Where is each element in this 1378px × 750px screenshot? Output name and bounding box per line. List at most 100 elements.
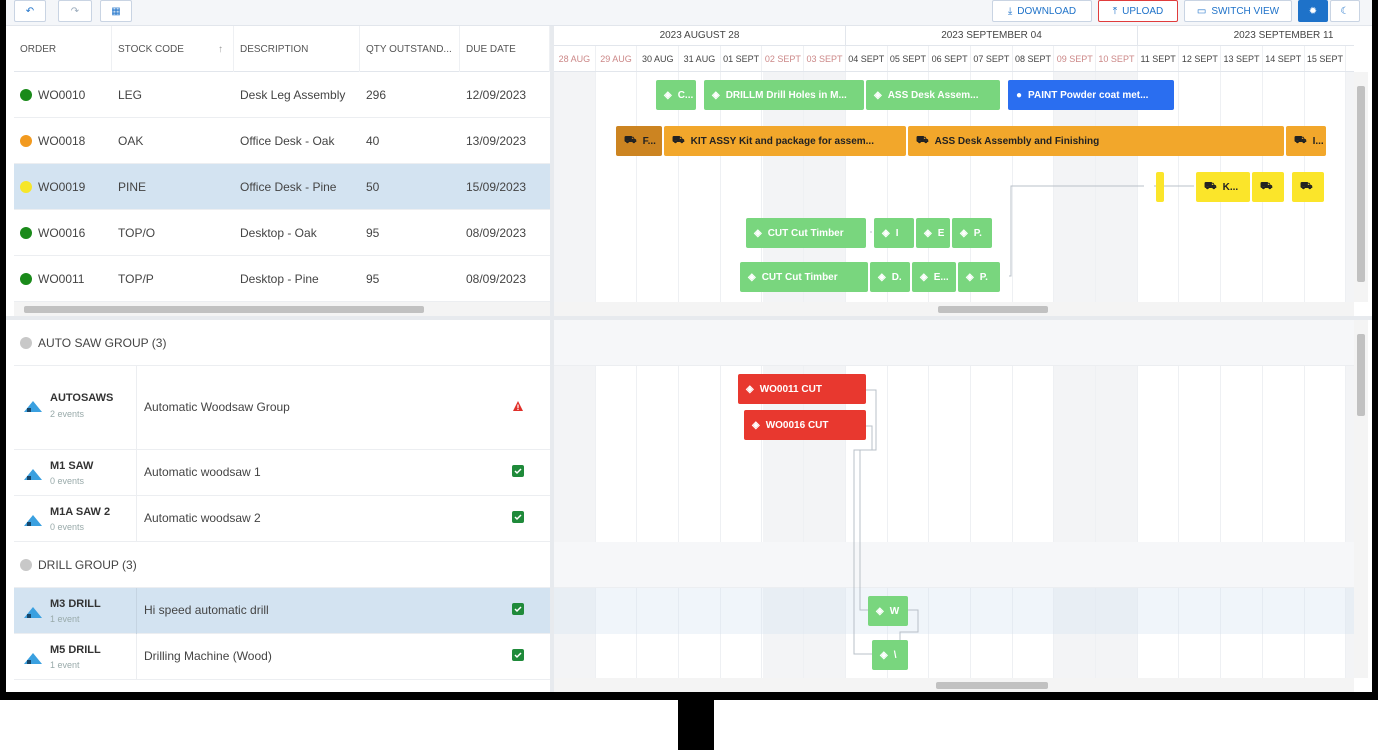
download-button[interactable]: ⤓ DOWNLOAD bbox=[992, 0, 1092, 22]
group-drill[interactable]: DRILL GROUP (3) bbox=[14, 542, 550, 588]
resource-row[interactable]: M5 DRILL 1 event Drilling Machine (Wood) bbox=[14, 634, 550, 680]
resource-description: Hi speed automatic drill bbox=[144, 603, 269, 617]
table-row[interactable]: WO0016 TOP/O Desktop - Oak 95 08/09/2023 bbox=[14, 210, 550, 256]
check-icon bbox=[512, 649, 524, 661]
task-bar[interactable]: ◈ C... bbox=[656, 80, 696, 110]
resource-event-count: 0 events bbox=[50, 522, 85, 532]
undo-button[interactable]: ↶ bbox=[14, 0, 46, 22]
day-header: 31 AUG bbox=[679, 46, 721, 71]
gantt-hscroll-thumb[interactable] bbox=[938, 306, 1048, 313]
col-order[interactable]: ORDER bbox=[14, 26, 112, 72]
upload-button[interactable]: ⤒ UPLOAD bbox=[1098, 0, 1178, 22]
collapse-icon bbox=[20, 336, 32, 349]
gantt-vscroll-thumb[interactable] bbox=[1357, 86, 1365, 282]
resource-name: M3 DRILL bbox=[50, 598, 101, 610]
resource-gantt-hscroll-thumb[interactable] bbox=[936, 682, 1048, 689]
col-qty-outstanding[interactable]: QTY OUTSTAND... bbox=[360, 26, 460, 72]
grid-hscroll-thumb[interactable] bbox=[24, 306, 424, 313]
table-row[interactable]: WO0018 OAK Office Desk - Oak 40 13/09/2023 bbox=[14, 118, 550, 164]
task-label: DRILLM Drill Holes in M... bbox=[725, 89, 847, 101]
task-bar[interactable]: ◈ DRILLM Drill Holes in M... bbox=[704, 80, 864, 110]
task-bar[interactable]: ⛟ KIT ASSY Kit and package for assem... bbox=[664, 126, 906, 156]
divider bbox=[136, 496, 137, 542]
calendar-button[interactable]: ▦ bbox=[100, 0, 132, 22]
cell-text: 95 bbox=[366, 272, 380, 286]
redo-button[interactable]: ↷ bbox=[58, 0, 92, 22]
cell-text: 12/09/2023 bbox=[466, 88, 527, 102]
table-row[interactable]: WO0010 LEG Desk Leg Assembly 296 12/09/2023 bbox=[14, 72, 550, 118]
resource-event[interactable]: ◈ W bbox=[868, 596, 908, 626]
task-bar[interactable]: ◈ ASS Desk Assem... bbox=[866, 80, 1000, 110]
task-bar[interactable]: ⛟ F... bbox=[616, 126, 662, 156]
task-bar[interactable]: ⛟ K... bbox=[1196, 172, 1250, 202]
download-label: DOWNLOAD bbox=[1017, 5, 1077, 17]
resource-event[interactable]: ◈ WO0011 CUT bbox=[738, 374, 866, 404]
table-row[interactable]: WO0011 TOP/P Desktop - Pine 95 08/09/2023 bbox=[14, 256, 550, 302]
resource-gantt-hscroll[interactable] bbox=[554, 678, 1354, 692]
task-bar[interactable]: ◈ P. bbox=[952, 218, 992, 248]
task-label: E bbox=[937, 227, 945, 239]
resource-row[interactable]: AUTOSAWS 2 events Automatic Woodsaw Grou… bbox=[14, 366, 550, 450]
dark-theme-button[interactable]: ☾ bbox=[1330, 0, 1360, 22]
light-theme-button[interactable]: ✹ bbox=[1298, 0, 1328, 22]
cell-order: WO0018 bbox=[14, 118, 112, 164]
task-label: P. bbox=[973, 227, 982, 239]
cell-desc: Desktop - Pine bbox=[234, 256, 360, 302]
forklift-icon: ⛟ bbox=[1260, 180, 1273, 192]
undo-icon: ↶ bbox=[25, 5, 35, 17]
gantt-vscroll[interactable] bbox=[1354, 72, 1368, 302]
col-stock-code[interactable]: STOCK CODE ↑ bbox=[112, 26, 234, 72]
task-bar[interactable]: ◈ P. bbox=[958, 262, 1000, 292]
task-bar[interactable]: ◈ E bbox=[916, 218, 950, 248]
resource-event[interactable]: ◈ WO0016 CUT bbox=[744, 410, 866, 440]
resource-row[interactable]: M3 DRILL 1 event Hi speed automatic dril… bbox=[14, 588, 550, 634]
cell-text: WO0019 bbox=[38, 180, 86, 194]
forklift-icon: ⛟ bbox=[1204, 180, 1217, 192]
task-bar[interactable]: ⛟ bbox=[1292, 172, 1324, 202]
task-label: PAINT Powder coat met... bbox=[1028, 89, 1149, 101]
day-header: 10 SEPT bbox=[1096, 46, 1138, 71]
grid-hscroll[interactable] bbox=[14, 302, 550, 316]
switch-view-button[interactable]: ▭ SWITCH VIEW bbox=[1184, 0, 1292, 22]
task-bar[interactable]: ⛟ ASS Desk Assembly and Finishing bbox=[908, 126, 1284, 156]
col-description[interactable]: DESCRIPTION bbox=[234, 26, 360, 72]
resource-row[interactable]: M1A SAW 2 0 events Automatic woodsaw 2 bbox=[14, 496, 550, 542]
cell-stock: TOP/O bbox=[112, 210, 234, 256]
day-header: 04 SEPT bbox=[846, 46, 888, 71]
table-row[interactable]: WO0019 PINE Office Desk - Pine 50 15/09/2023 bbox=[14, 164, 550, 210]
resource-gantt-vscroll-thumb[interactable] bbox=[1357, 334, 1365, 416]
gantt-hscroll[interactable] bbox=[554, 302, 1354, 316]
check-icon bbox=[512, 465, 524, 477]
task-bar[interactable]: ⛟ I... bbox=[1286, 126, 1326, 156]
sort-arrow-icon: ↑ bbox=[217, 43, 223, 55]
task-bar[interactable]: ◈ E... bbox=[912, 262, 956, 292]
task-bar[interactable] bbox=[1156, 172, 1164, 202]
task-bar[interactable]: ◈ D. bbox=[870, 262, 910, 292]
task-bar[interactable]: ◈ I bbox=[874, 218, 914, 248]
day-header: 30 AUG bbox=[637, 46, 680, 71]
task-bar[interactable]: ⛟ bbox=[1252, 172, 1284, 202]
layers-icon: ◈ bbox=[874, 89, 882, 101]
group-auto-saw[interactable]: AUTO SAW GROUP (3) bbox=[14, 320, 550, 366]
task-bar[interactable]: ● PAINT Powder coat met... bbox=[1008, 80, 1174, 110]
forklift-icon: ⛟ bbox=[672, 134, 685, 146]
cell-due: 08/09/2023 bbox=[460, 210, 550, 256]
day-header: 02 SEPT bbox=[763, 46, 805, 71]
col-due-date[interactable]: DUE DATE bbox=[460, 26, 550, 72]
cell-text: 08/09/2023 bbox=[466, 272, 527, 286]
task-bar[interactable]: ◈ CUT Cut Timber bbox=[740, 262, 868, 292]
resource-gantt-vscroll[interactable] bbox=[1354, 320, 1368, 678]
resource-event[interactable]: ◈ \ bbox=[872, 640, 908, 670]
status-dot-icon bbox=[20, 227, 32, 239]
layers-icon: ◈ bbox=[748, 271, 756, 283]
group-label: DRILL GROUP (3) bbox=[38, 557, 137, 572]
task-bar[interactable]: ◈ CUT Cut Timber bbox=[746, 218, 866, 248]
cell-stock: LEG bbox=[112, 72, 234, 118]
resource-row[interactable]: M1 SAW 0 events Automatic woodsaw 1 bbox=[14, 450, 550, 496]
resource-description: Automatic woodsaw 1 bbox=[144, 465, 261, 479]
day-header: 03 SEPT bbox=[804, 46, 846, 71]
monitor-frame: ↶ ↷ ▦ ⤓ DOWNLOAD ⤒ UPLOAD ▭ SWITCH VIEW … bbox=[0, 0, 1378, 700]
cell-qty: 50 bbox=[360, 164, 460, 210]
day-header: 12 SEPT bbox=[1180, 46, 1222, 71]
status-dot-icon bbox=[20, 181, 32, 193]
